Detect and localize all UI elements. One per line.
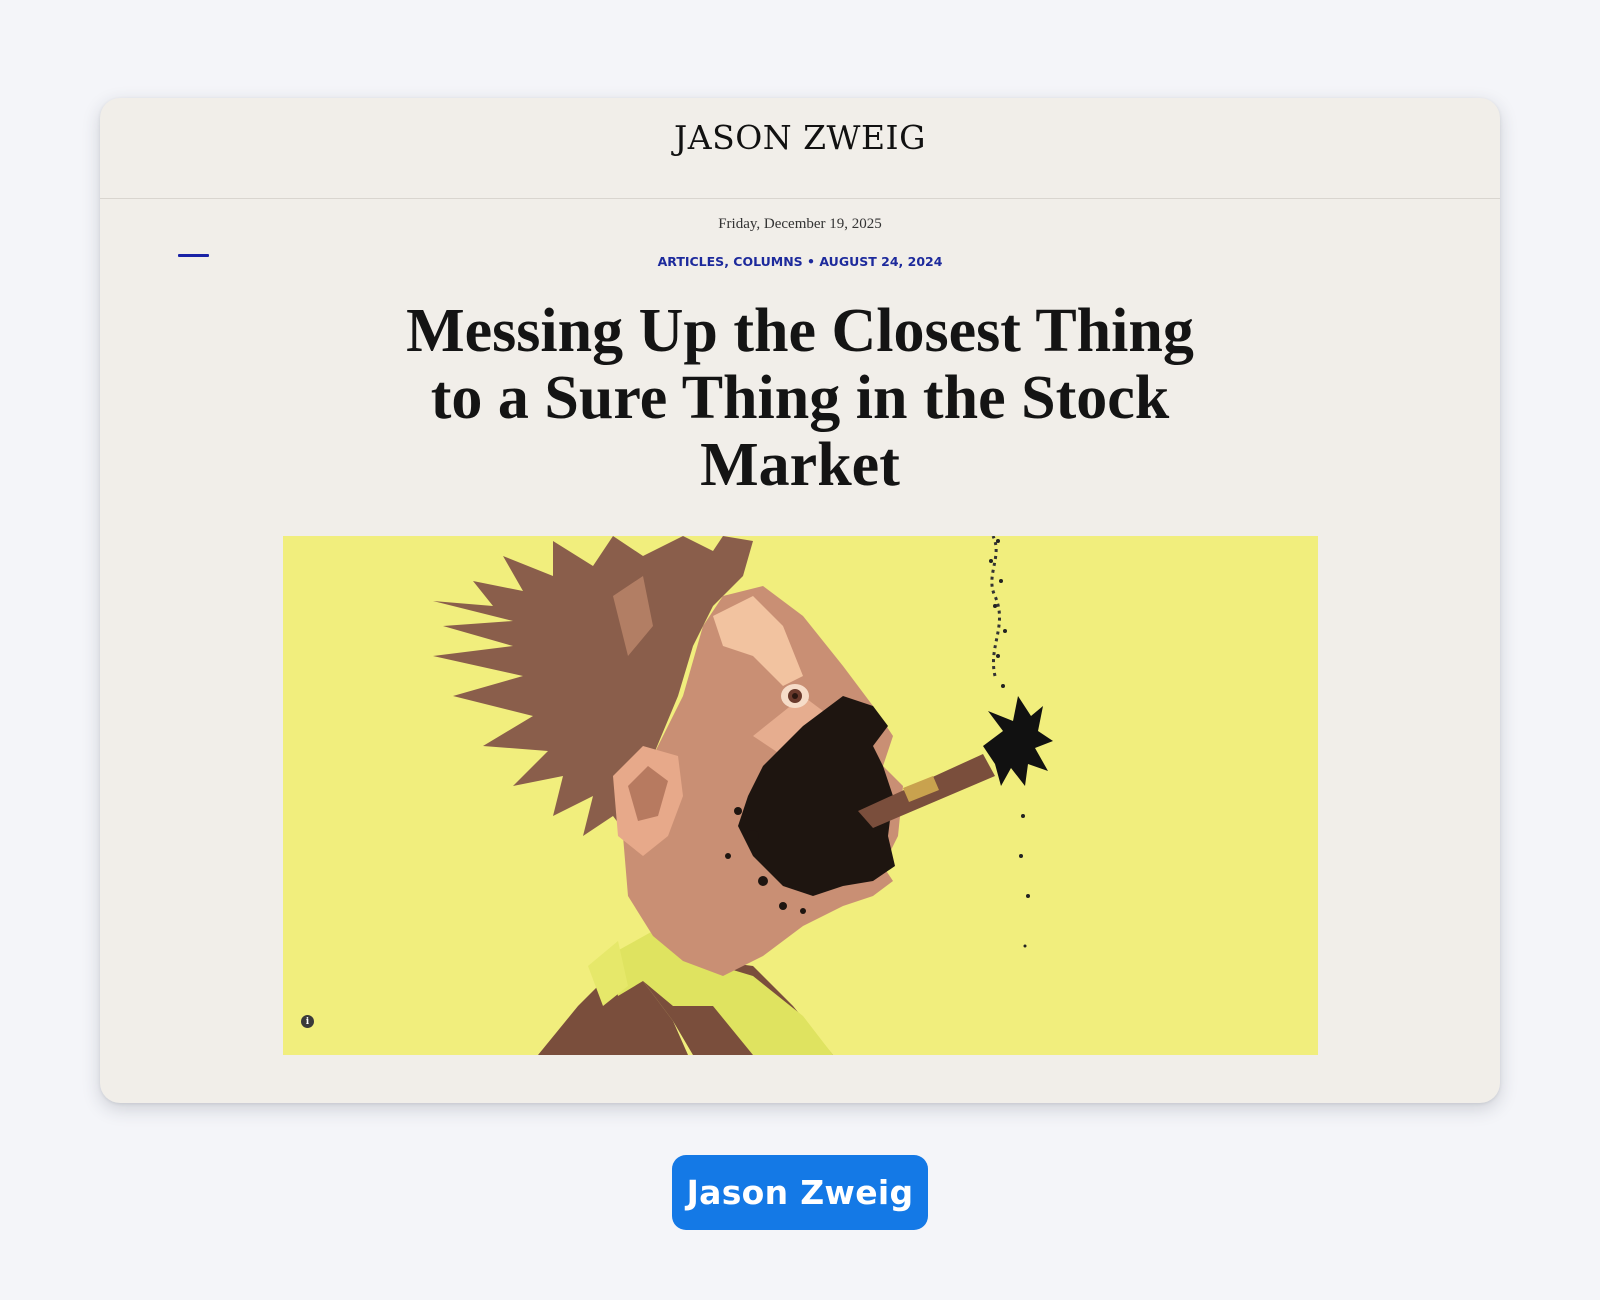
meta-separator: • <box>807 254 816 269</box>
category-separator: , <box>724 254 729 269</box>
site-title[interactable]: JASON ZWEIG <box>100 118 1500 157</box>
published-date: AUGUST 24, 2024 <box>819 254 943 269</box>
masthead: JASON ZWEIG <box>100 98 1500 199</box>
info-icon[interactable]: i <box>299 1013 316 1030</box>
article-meta: ARTICLES, COLUMNS • AUGUST 24, 2024 <box>100 254 1500 269</box>
current-date: Friday, December 19, 2025 <box>718 216 882 232</box>
article-card: JASON ZWEIG Friday, December 19, 2025 AR… <box>100 98 1500 1103</box>
hero-image: i <box>283 536 1318 1055</box>
article-headline: Messing Up the Closest Thing to a Sure T… <box>406 297 1194 499</box>
category-link-columns[interactable]: COLUMNS <box>733 254 802 269</box>
author-button[interactable]: Jason Zweig <box>672 1155 928 1230</box>
man-smoking-exploding-cigar-illustration <box>283 536 1318 1055</box>
category-link-articles[interactable]: ARTICLES <box>658 254 725 269</box>
